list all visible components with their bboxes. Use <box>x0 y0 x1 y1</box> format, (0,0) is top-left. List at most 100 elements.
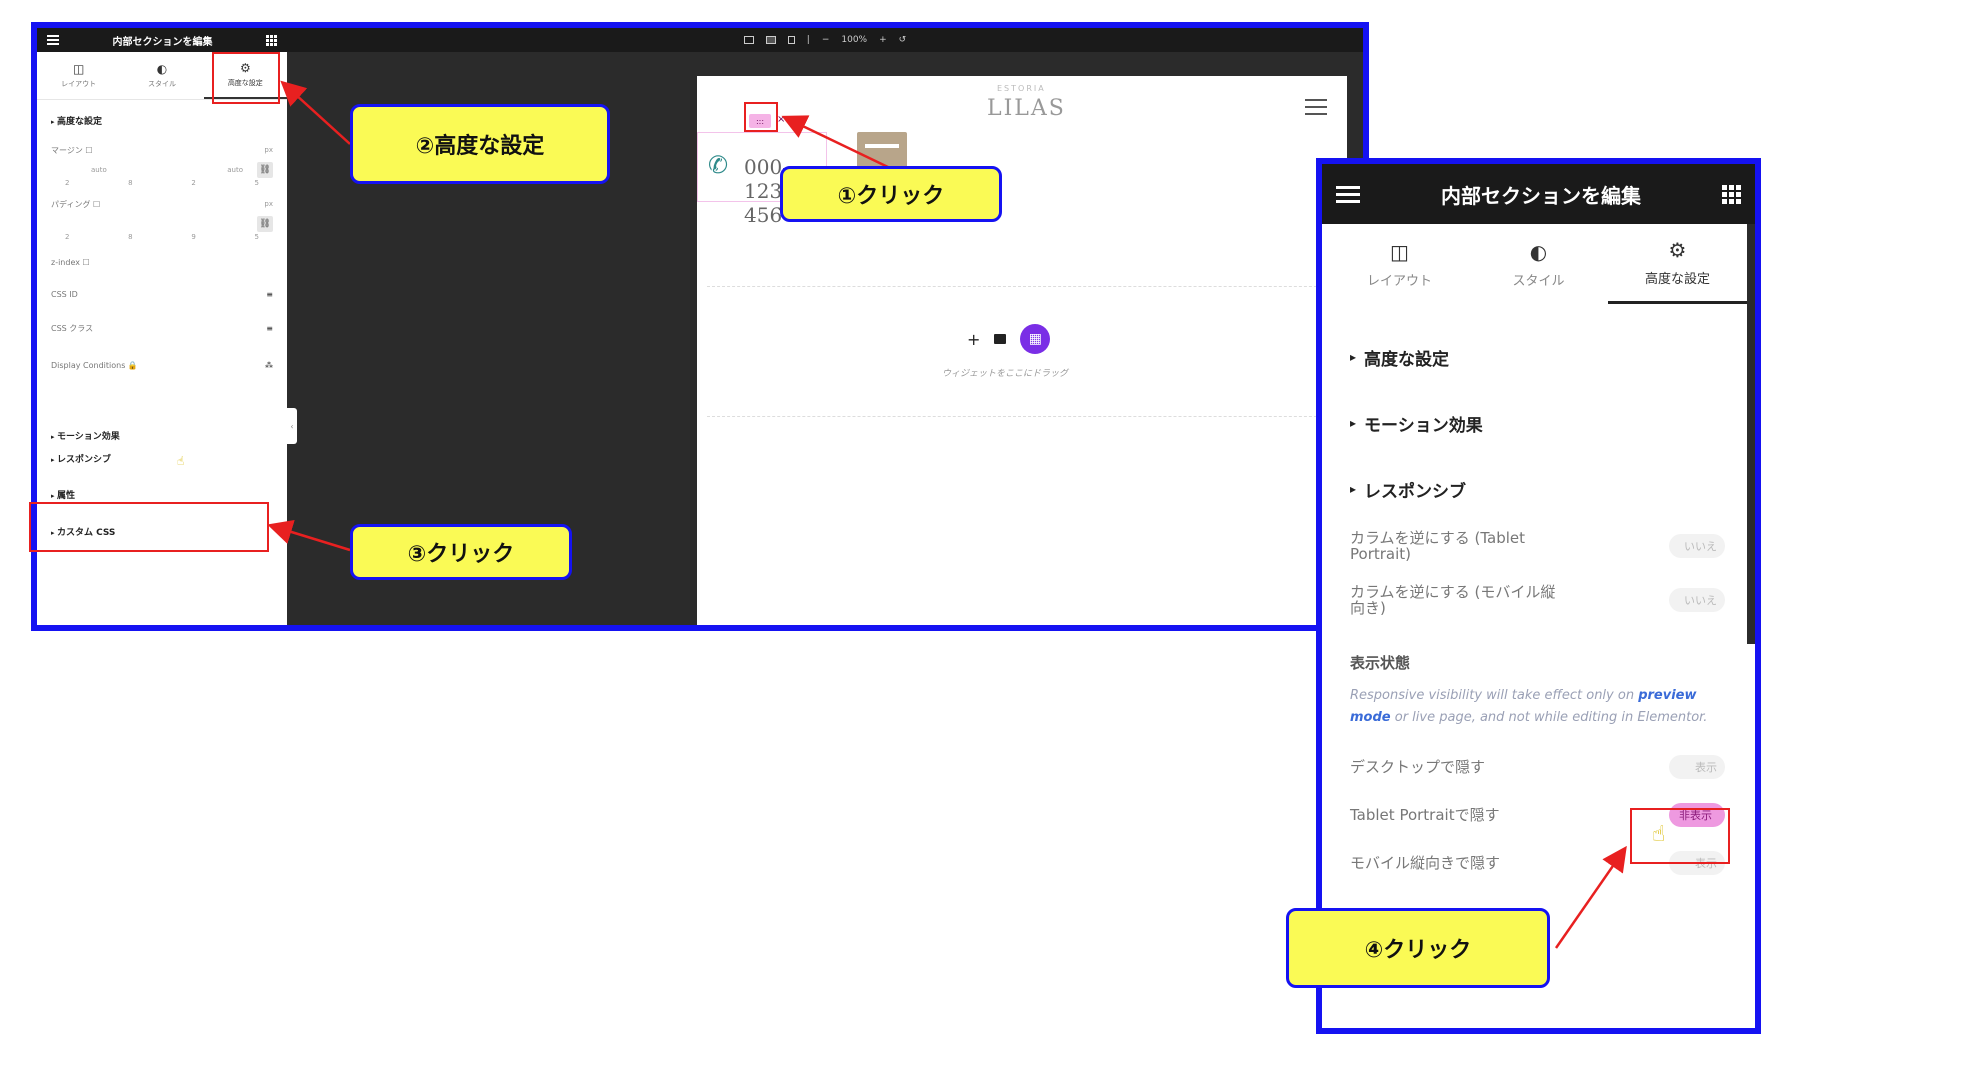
template-kit-icon[interactable]: ▦ <box>1020 324 1051 354</box>
contrast-icon: ◐ <box>1529 239 1548 264</box>
panel-header: 内部セクションを編集 <box>37 28 287 52</box>
drag-hint: ウィジェットをここにドラッグ <box>942 369 1069 379</box>
apps-grid-icon[interactable] <box>266 34 277 46</box>
margin-values: auto auto ⛓ <box>37 161 287 179</box>
hamburger-menu-icon[interactable] <box>1305 94 1327 120</box>
tab-advanced[interactable]: ⚙ 高度な設定 <box>1608 224 1747 304</box>
tab-layout[interactable]: ◫ レイアウト <box>1330 224 1469 304</box>
tab-layout[interactable]: ◫ レイアウト <box>37 52 120 99</box>
margin-digit: 5 <box>254 179 259 187</box>
close-icon[interactable]: × <box>777 114 785 125</box>
hide-mobile-label: モバイル縦向きで隠す <box>1350 854 1501 872</box>
margin-digit: 2 <box>191 179 196 187</box>
lock-icon: 🔒 <box>127 360 138 370</box>
add-icon[interactable]: + <box>967 330 980 349</box>
highlight-tablet-toggle <box>1630 808 1730 864</box>
cssclass-label: CSS クラス <box>51 323 94 333</box>
apps-grid-icon[interactable] <box>1722 184 1741 204</box>
tab-label: レイアウト <box>1366 273 1432 289</box>
columns-icon: ◫ <box>1390 239 1409 264</box>
section-divider <box>707 416 1337 417</box>
zoom-screenshot: 内部セクションを編集 ◫ レイアウト ◐ スタイル ⚙ 高度な設定 高度な設定 … <box>1316 158 1761 1034</box>
section-responsive[interactable]: レスポンシブ <box>37 446 125 471</box>
section-motion[interactable]: モーション効果 <box>37 423 287 448</box>
margin-input-right[interactable]: auto <box>227 166 243 174</box>
page-preview: ESTORIA LILAS ✆ 000-123-456 ::: × + ▦ ウィ… <box>697 76 1347 625</box>
visibility-title: 表示状態 <box>1350 654 1411 672</box>
menu-icon[interactable] <box>47 33 59 47</box>
callout-step1: ①クリック <box>780 166 1002 222</box>
panel-title: 内部セクションを編集 <box>112 36 213 48</box>
padding-unit[interactable]: px <box>264 200 273 208</box>
reverse-mobile-label: カラムを逆にする (モバイル縦向き) <box>1350 583 1556 617</box>
tab-label: レイアウト <box>61 80 97 88</box>
display-conditions-label: Display Conditions <box>51 360 126 370</box>
scrollbar[interactable] <box>1747 224 1755 644</box>
reverse-mobile-row: カラムを逆にする (モバイル縦向き) いいえ <box>1322 576 1755 624</box>
padding-digit: 5 <box>254 233 259 241</box>
hide-tablet-label: Tablet Portraitで隠す <box>1350 806 1500 824</box>
dynamic-tags-icon[interactable]: ≡ <box>266 324 273 333</box>
zoom-out-button[interactable]: − <box>822 35 830 45</box>
padding-digit: 9 <box>191 233 196 241</box>
zindex-label: z-index <box>51 257 80 267</box>
device-icon: ☐ <box>93 199 101 209</box>
tab-label: スタイル <box>147 80 176 88</box>
tab-style[interactable]: ◐ スタイル <box>120 52 203 99</box>
zoom-panel-tabs: ◫ レイアウト ◐ スタイル ⚙ 高度な設定 <box>1322 224 1755 304</box>
logo-subtitle: ESTORIA <box>997 84 1046 93</box>
margin-input-left[interactable]: auto <box>91 166 107 174</box>
folder-icon[interactable] <box>994 334 1007 344</box>
padding-digits: 2 8 9 5 <box>37 233 287 247</box>
note-text: or live page, and not while editing in E… <box>1390 710 1708 725</box>
hide-desktop-toggle[interactable]: 表示 <box>1669 755 1725 779</box>
toolbar-divider: | <box>806 35 810 45</box>
tab-style[interactable]: ◐ スタイル <box>1469 224 1608 304</box>
mobile-icon[interactable] <box>787 36 795 44</box>
dynamic-tags-icon[interactable]: ≡ <box>266 290 273 299</box>
section-motion[interactable]: モーション効果 <box>1322 390 1755 456</box>
margin-label: マージン <box>51 145 83 155</box>
callout-step3: ③クリック <box>350 524 572 580</box>
zindex-row: z-index ☐ <box>37 247 287 277</box>
add-section-row: + ▦ <box>967 324 1051 354</box>
link-icon[interactable]: ⛓ <box>257 216 273 232</box>
zoom-level: 100% <box>841 35 868 45</box>
padding-digit: 8 <box>128 233 133 241</box>
visibility-note: Responsive visibility will take effect o… <box>1322 685 1755 743</box>
cssclass-row: CSS クラス ≡ <box>37 311 287 345</box>
undo-icon[interactable]: ↺ <box>899 35 907 45</box>
section-divider <box>707 286 1337 287</box>
tablet-icon[interactable] <box>765 36 776 44</box>
desktop-icon[interactable] <box>743 36 754 44</box>
panel-collapse-handle[interactable]: ‹ <box>287 408 297 444</box>
section-responsive[interactable]: レスポンシブ <box>1322 456 1755 522</box>
zoom-in-button[interactable]: + <box>879 35 887 45</box>
margin-unit[interactable]: px <box>264 146 273 154</box>
menu-icon[interactable] <box>1336 182 1360 207</box>
conditions-icon[interactable]: ⁂ <box>265 361 273 370</box>
margin-digit: 2 <box>65 179 70 187</box>
gear-icon: ⚙ <box>1668 238 1687 262</box>
hide-desktop-row: デスクトップで隠す 表示 <box>1322 743 1755 791</box>
callout-step2: ②高度な設定 <box>350 104 610 184</box>
padding-values: ⛓ <box>37 215 287 233</box>
tab-label: 高度な設定 <box>1644 272 1710 287</box>
reverse-tablet-label: カラムを逆にする (Tablet Portrait) <box>1350 529 1525 563</box>
cssid-row: CSS ID ≡ <box>37 277 287 311</box>
section-advanced[interactable]: 高度な設定 <box>1322 324 1755 390</box>
highlight-responsive <box>29 502 269 552</box>
reverse-tablet-row: カラムを逆にする (Tablet Portrait) いいえ <box>1322 522 1755 570</box>
device-icon: ☐ <box>85 145 93 155</box>
section-advanced[interactable]: 高度な設定 <box>37 108 287 133</box>
margin-row: マージン ☐ px <box>37 139 287 161</box>
cursor-hand-icon: ☝ <box>177 454 185 468</box>
highlight-section-handle <box>744 102 778 132</box>
canvas-toolbar: | − 100% + ↺ <box>287 28 1363 52</box>
reverse-mobile-toggle[interactable]: いいえ <box>1669 588 1725 612</box>
link-icon[interactable]: ⛓ <box>257 162 273 178</box>
zoom-panel-title: 内部セクションを編集 <box>1441 183 1641 208</box>
margin-digits: 2 8 2 5 <box>37 179 287 193</box>
reverse-tablet-toggle[interactable]: いいえ <box>1669 534 1725 558</box>
callout-step4: ④クリック <box>1286 908 1550 988</box>
